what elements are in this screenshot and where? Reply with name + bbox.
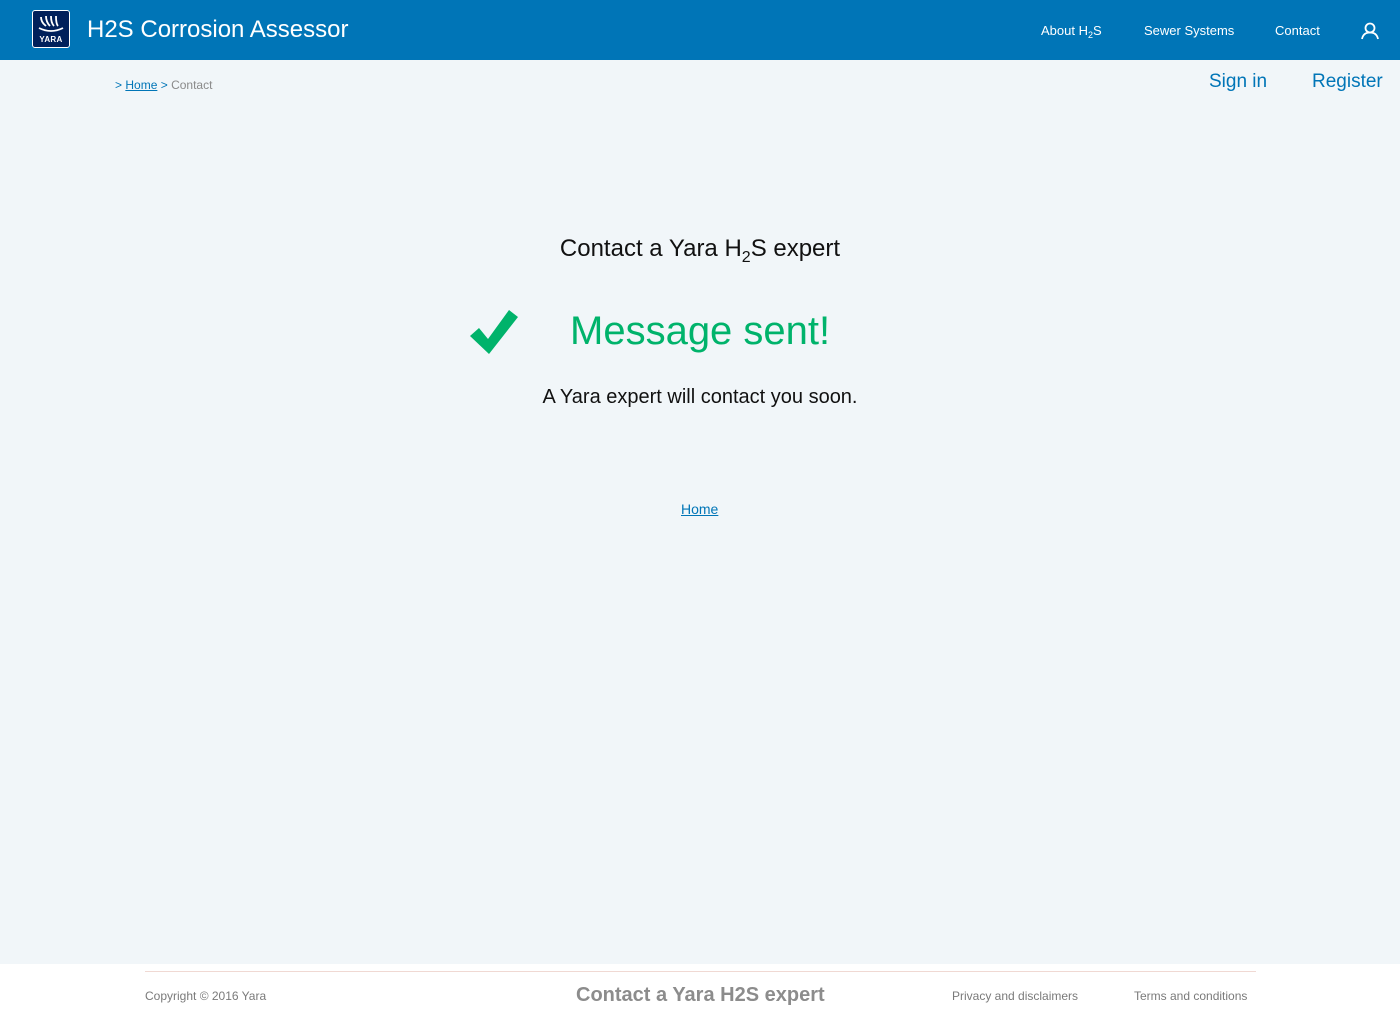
breadcrumb-separator: > (115, 78, 123, 92)
breadcrumb: > Home > Contact (115, 77, 212, 93)
app-title[interactable]: H2S Corrosion Assessor (87, 15, 348, 45)
terms-link[interactable]: Terms and conditions (1134, 988, 1247, 1004)
viking-ship-icon (38, 15, 64, 32)
title-sub: 2 (741, 249, 751, 266)
page-title: Contact a Yara H2S expert (0, 234, 1400, 266)
copyright-text: Copyright © 2016 Yara (145, 989, 267, 1003)
nav-about-h2s[interactable]: About H2S (1041, 22, 1102, 40)
sign-in-link[interactable]: Sign in (1209, 71, 1267, 93)
register-link[interactable]: Register (1312, 71, 1383, 93)
nav-contact[interactable]: Contact (1275, 22, 1320, 40)
breadcrumb-separator: > (160, 78, 168, 92)
breadcrumb-current: Contact (171, 78, 213, 92)
title-prefix: Contact a Yara H (559, 235, 742, 262)
footer-contact-expert-link[interactable]: Contact a Yara H2S expert (576, 983, 825, 1007)
home-link[interactable]: Home (681, 500, 718, 518)
success-message: Message sent! (570, 309, 831, 353)
privacy-link[interactable]: Privacy and disclaimers (952, 988, 1078, 1004)
footer-divider (145, 971, 1256, 972)
yara-logo[interactable]: YARA (32, 10, 70, 48)
nav-sewer-systems[interactable]: Sewer Systems (1144, 22, 1234, 40)
user-icon[interactable] (1360, 21, 1380, 46)
checkmark-icon (469, 308, 519, 361)
nav-about-prefix: About H (1041, 23, 1088, 38)
nav-about-suffix: S (1093, 23, 1102, 38)
confirmation-text: A Yara expert will contact you soon. (542, 386, 858, 408)
breadcrumb-home-link[interactable]: Home (125, 78, 157, 92)
title-suffix: S expert (750, 235, 841, 262)
top-header: YARA H2S Corrosion Assessor About H2S Se… (0, 0, 1400, 60)
logo-text: YARA (39, 35, 63, 44)
footer: Copyright © 2016 Yara Contact a Yara H2S… (0, 964, 1400, 1024)
